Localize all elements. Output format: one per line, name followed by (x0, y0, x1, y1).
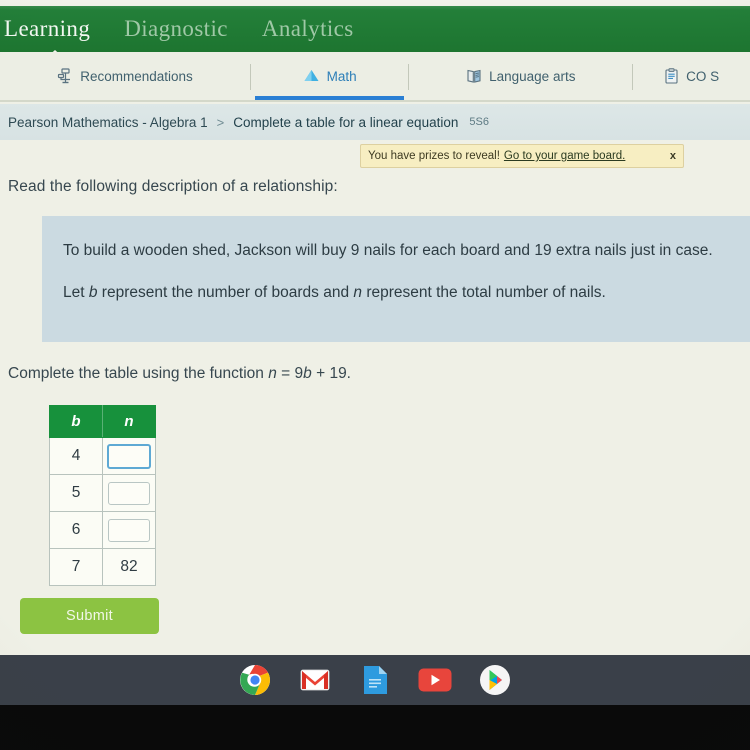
breadcrumb-skill-name: Complete a table for a linear equation (233, 114, 459, 130)
scenario-paragraph-1: To build a wooden shed, Jackson will buy… (63, 242, 713, 259)
answer-input-row-3[interactable] (108, 518, 150, 542)
google-docs-icon[interactable] (358, 663, 392, 697)
top-navigation-bar: Learning Diagnostic Analytics (0, 6, 750, 52)
table-cell-b: 4 (49, 437, 103, 475)
breadcrumb-course[interactable]: Pearson Mathematics - Algebra 1 (8, 115, 208, 130)
book-icon (466, 68, 482, 87)
recommendations-icon (57, 67, 73, 87)
prompt-variable-n: n (268, 365, 277, 382)
subject-tab-bar: Recommendations Math Language arts CO S (0, 52, 750, 102)
gmail-icon[interactable] (298, 663, 332, 697)
chrome-icon[interactable] (238, 663, 272, 697)
variable-n: n (353, 284, 363, 301)
tab-recommendations[interactable]: Recommendations (0, 52, 250, 102)
table-cell-n[interactable] (102, 511, 156, 549)
clipboard-icon (664, 67, 679, 87)
game-board-link[interactable]: Go to your game board. (504, 150, 625, 162)
prize-message: You have prizes to reveal! (368, 150, 500, 162)
scenario-text-prefix: Let (63, 284, 89, 301)
close-icon[interactable]: x (664, 150, 676, 162)
answer-input-row-1[interactable] (107, 443, 151, 469)
question-intro: Read the following description of a rela… (8, 178, 338, 195)
question-prompt: Complete the table using the function n … (8, 365, 351, 383)
table-header-b: b (49, 405, 103, 438)
answer-input-row-2[interactable] (108, 481, 150, 505)
prompt-variable-b: b (303, 365, 312, 382)
youtube-icon[interactable] (418, 663, 452, 697)
prize-notification-banner: You have prizes to reveal! Go to your ga… (360, 144, 684, 168)
google-play-icon[interactable] (478, 663, 512, 697)
table-row: 6 (49, 511, 156, 549)
scenario-box: To build a wooden shed, Jackson will buy… (42, 216, 750, 342)
table-header-row: b n (49, 405, 156, 438)
prompt-tail: + 19. (311, 365, 351, 382)
breadcrumb-separator-icon: > (216, 114, 225, 130)
scenario-text-suffix: represent the total number of nails. (362, 284, 606, 301)
scenario-paragraph-2: Let b represent the number of boards and… (63, 280, 733, 305)
topnav-item-analytics[interactable]: Analytics (262, 16, 370, 42)
tab-language-arts-label: Language arts (489, 69, 576, 85)
prompt-prefix: Complete the table using the function (8, 365, 269, 382)
breadcrumb-skill-code: 5S6 (469, 116, 489, 128)
tab-math-label: Math (326, 69, 357, 85)
scenario-text-mid: represent the number of boards and (97, 284, 354, 301)
table-row: 4 (49, 437, 156, 475)
table-cell-n[interactable] (102, 437, 156, 475)
tab-co-standards-label: CO S (686, 69, 720, 85)
tab-recommendations-label: Recommendations (80, 69, 193, 85)
topnav-item-learning[interactable]: Learning (4, 16, 106, 42)
function-table: b n 4 5 6 7 82 (49, 405, 156, 586)
topnav-item-diagnostic[interactable]: Diagnostic (124, 16, 244, 42)
table-cell-n: 82 (102, 548, 156, 586)
table-row: 5 (49, 474, 156, 512)
tab-math[interactable]: Math (251, 52, 408, 102)
table-cell-b: 6 (49, 511, 103, 549)
table-cell-b: 5 (49, 474, 103, 512)
table-row: 7 82 (49, 548, 156, 586)
chromebook-screen: Learning Diagnostic Analytics Recommenda… (0, 0, 750, 750)
chromeos-shelf (0, 655, 750, 705)
math-pyramid-icon (303, 68, 320, 87)
tab-co-standards[interactable]: CO S (633, 52, 750, 102)
screen-bezel (0, 705, 750, 750)
breadcrumb: Pearson Mathematics - Algebra 1 > Comple… (0, 104, 750, 140)
tab-language-arts[interactable]: Language arts (409, 52, 632, 102)
prompt-equation: = 9 (276, 365, 304, 382)
table-cell-b: 7 (49, 548, 103, 586)
table-header-n: n (102, 405, 156, 438)
submit-button[interactable]: Submit (20, 598, 159, 634)
table-cell-n[interactable] (102, 474, 156, 512)
